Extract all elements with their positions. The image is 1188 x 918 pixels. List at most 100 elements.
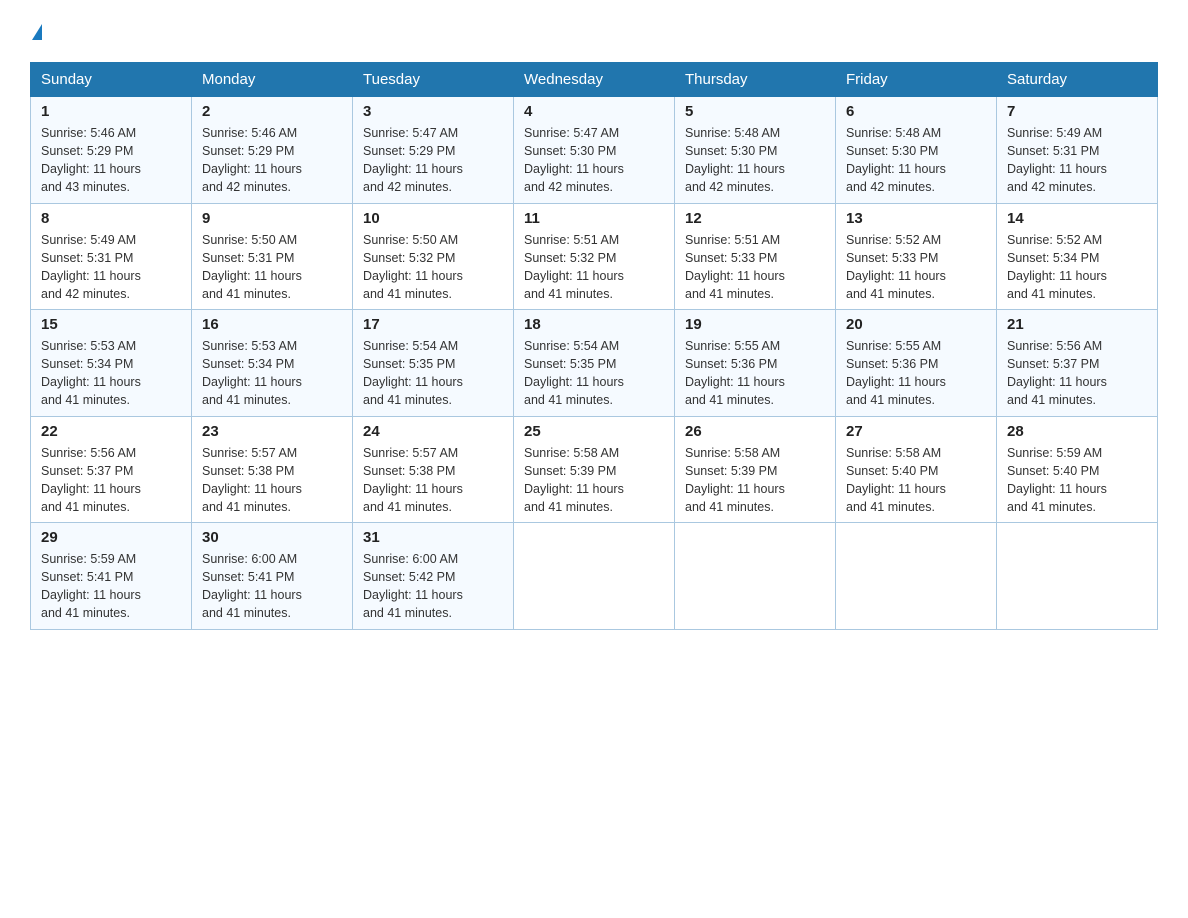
day-number: 28: [1007, 423, 1147, 440]
calendar-cell: 25 Sunrise: 5:58 AM Sunset: 5:39 PM Dayli…: [514, 416, 675, 523]
calendar-cell: 17 Sunrise: 5:54 AM Sunset: 5:35 PM Dayli…: [353, 310, 514, 417]
day-number: 30: [202, 529, 342, 546]
day-number: 26: [685, 423, 825, 440]
day-sun-info: Sunrise: 5:55 AM Sunset: 5:36 PM Dayligh…: [685, 337, 825, 410]
calendar-week-row: 15Sunrise: 5:53 AM Sunset: 5:34 PM Dayli…: [31, 310, 1158, 417]
day-number: 20: [846, 316, 986, 333]
day-sun-info: Sunrise: 5:47 AM Sunset: 5:30 PM Dayligh…: [524, 124, 664, 197]
calendar-week-row: 1 Sunrise: 5:46 AM Sunset: 5:29 PM Daylig…: [31, 97, 1158, 204]
calendar-cell: 19 Sunrise: 5:55 AM Sunset: 5:36 PM Dayli…: [675, 310, 836, 417]
calendar-cell: 26 Sunrise: 5:58 AM Sunset: 5:39 PM Dayli…: [675, 416, 836, 523]
day-number: 13: [846, 210, 986, 227]
day-number: 21: [1007, 316, 1147, 333]
day-number: 10: [363, 210, 503, 227]
day-number: 18: [524, 316, 664, 333]
day-number: 7: [1007, 103, 1147, 120]
day-sun-info: Sunrise: 5:52 AM Sunset: 5:33 PM Dayligh…: [846, 231, 986, 304]
calendar-cell: 18 Sunrise: 5:54 AM Sunset: 5:35 PM Dayli…: [514, 310, 675, 417]
calendar-table: SundayMondayTuesdayWednesdayThursdayFrid…: [30, 62, 1158, 630]
day-sun-info: Sunrise: 5:57 AM Sunset: 5:38 PM Dayligh…: [363, 444, 503, 517]
calendar-header-row: SundayMondayTuesdayWednesdayThursdayFrid…: [31, 63, 1158, 97]
day-number: 23: [202, 423, 342, 440]
day-number: 27: [846, 423, 986, 440]
day-number: 4: [524, 103, 664, 120]
day-number: 6: [846, 103, 986, 120]
calendar-cell: 16Sunrise: 5:53 AM Sunset: 5:34 PM Dayli…: [192, 310, 353, 417]
day-number: 14: [1007, 210, 1147, 227]
page-header: [30, 20, 1158, 44]
day-sun-info: Sunrise: 5:59 AM Sunset: 5:41 PM Dayligh…: [41, 550, 181, 623]
calendar-cell: 14 Sunrise: 5:52 AM Sunset: 5:34 PM Dayli…: [997, 203, 1158, 310]
calendar-cell: 28Sunrise: 5:59 AM Sunset: 5:40 PM Dayli…: [997, 416, 1158, 523]
day-number: 11: [524, 210, 664, 227]
header-saturday: Saturday: [997, 63, 1158, 97]
logo: [30, 28, 42, 44]
calendar-cell: 22 Sunrise: 5:56 AM Sunset: 5:37 PM Dayli…: [31, 416, 192, 523]
calendar-cell: 9Sunrise: 5:50 AM Sunset: 5:31 PM Daylig…: [192, 203, 353, 310]
day-sun-info: Sunrise: 5:53 AM Sunset: 5:34 PM Dayligh…: [41, 337, 181, 410]
header-monday: Monday: [192, 63, 353, 97]
day-sun-info: Sunrise: 5:55 AM Sunset: 5:36 PM Dayligh…: [846, 337, 986, 410]
header-tuesday: Tuesday: [353, 63, 514, 97]
day-number: 31: [363, 529, 503, 546]
day-sun-info: Sunrise: 5:56 AM Sunset: 5:37 PM Dayligh…: [41, 444, 181, 517]
calendar-cell: [675, 523, 836, 630]
calendar-week-row: 8 Sunrise: 5:49 AM Sunset: 5:31 PM Daylig…: [31, 203, 1158, 310]
calendar-cell: 3 Sunrise: 5:47 AM Sunset: 5:29 PM Daylig…: [353, 97, 514, 204]
day-number: 22: [41, 423, 181, 440]
calendar-cell: [997, 523, 1158, 630]
day-number: 29: [41, 529, 181, 546]
day-sun-info: Sunrise: 5:58 AM Sunset: 5:39 PM Dayligh…: [685, 444, 825, 517]
logo-triangle-icon: [32, 24, 42, 40]
calendar-cell: 24 Sunrise: 5:57 AM Sunset: 5:38 PM Dayli…: [353, 416, 514, 523]
calendar-cell: 8 Sunrise: 5:49 AM Sunset: 5:31 PM Daylig…: [31, 203, 192, 310]
calendar-cell: 2Sunrise: 5:46 AM Sunset: 5:29 PM Daylig…: [192, 97, 353, 204]
day-sun-info: Sunrise: 5:54 AM Sunset: 5:35 PM Dayligh…: [363, 337, 503, 410]
calendar-cell: 23 Sunrise: 5:57 AM Sunset: 5:38 PM Dayli…: [192, 416, 353, 523]
calendar-cell: 20 Sunrise: 5:55 AM Sunset: 5:36 PM Dayli…: [836, 310, 997, 417]
header-sunday: Sunday: [31, 63, 192, 97]
calendar-cell: 6 Sunrise: 5:48 AM Sunset: 5:30 PM Daylig…: [836, 97, 997, 204]
header-thursday: Thursday: [675, 63, 836, 97]
day-sun-info: Sunrise: 5:46 AM Sunset: 5:29 PM Dayligh…: [202, 124, 342, 197]
calendar-cell: 30 Sunrise: 6:00 AM Sunset: 5:41 PM Dayli…: [192, 523, 353, 630]
day-sun-info: Sunrise: 5:57 AM Sunset: 5:38 PM Dayligh…: [202, 444, 342, 517]
day-sun-info: Sunrise: 5:58 AM Sunset: 5:39 PM Dayligh…: [524, 444, 664, 517]
day-number: 25: [524, 423, 664, 440]
day-number: 5: [685, 103, 825, 120]
day-sun-info: Sunrise: 5:54 AM Sunset: 5:35 PM Dayligh…: [524, 337, 664, 410]
day-sun-info: Sunrise: 5:48 AM Sunset: 5:30 PM Dayligh…: [846, 124, 986, 197]
day-sun-info: Sunrise: 5:52 AM Sunset: 5:34 PM Dayligh…: [1007, 231, 1147, 304]
day-sun-info: Sunrise: 5:56 AM Sunset: 5:37 PM Dayligh…: [1007, 337, 1147, 410]
day-number: 19: [685, 316, 825, 333]
day-sun-info: Sunrise: 5:47 AM Sunset: 5:29 PM Dayligh…: [363, 124, 503, 197]
header-friday: Friday: [836, 63, 997, 97]
day-number: 17: [363, 316, 503, 333]
day-number: 24: [363, 423, 503, 440]
day-number: 3: [363, 103, 503, 120]
calendar-cell: 29 Sunrise: 5:59 AM Sunset: 5:41 PM Dayli…: [31, 523, 192, 630]
day-number: 12: [685, 210, 825, 227]
day-sun-info: Sunrise: 5:58 AM Sunset: 5:40 PM Dayligh…: [846, 444, 986, 517]
calendar-cell: 15Sunrise: 5:53 AM Sunset: 5:34 PM Dayli…: [31, 310, 192, 417]
day-sun-info: Sunrise: 5:49 AM Sunset: 5:31 PM Dayligh…: [41, 231, 181, 304]
day-sun-info: Sunrise: 5:49 AM Sunset: 5:31 PM Dayligh…: [1007, 124, 1147, 197]
calendar-cell: 11Sunrise: 5:51 AM Sunset: 5:32 PM Dayli…: [514, 203, 675, 310]
day-sun-info: Sunrise: 5:50 AM Sunset: 5:32 PM Dayligh…: [363, 231, 503, 304]
day-number: 9: [202, 210, 342, 227]
day-sun-info: Sunrise: 5:48 AM Sunset: 5:30 PM Dayligh…: [685, 124, 825, 197]
day-number: 16: [202, 316, 342, 333]
day-sun-info: Sunrise: 6:00 AM Sunset: 5:41 PM Dayligh…: [202, 550, 342, 623]
day-sun-info: Sunrise: 5:46 AM Sunset: 5:29 PM Dayligh…: [41, 124, 181, 197]
calendar-cell: 27 Sunrise: 5:58 AM Sunset: 5:40 PM Dayli…: [836, 416, 997, 523]
day-number: 1: [41, 103, 181, 120]
day-sun-info: Sunrise: 5:51 AM Sunset: 5:33 PM Dayligh…: [685, 231, 825, 304]
calendar-cell: 13 Sunrise: 5:52 AM Sunset: 5:33 PM Dayli…: [836, 203, 997, 310]
calendar-cell: 1 Sunrise: 5:46 AM Sunset: 5:29 PM Daylig…: [31, 97, 192, 204]
day-sun-info: Sunrise: 6:00 AM Sunset: 5:42 PM Dayligh…: [363, 550, 503, 623]
calendar-cell: [514, 523, 675, 630]
calendar-cell: 7 Sunrise: 5:49 AM Sunset: 5:31 PM Daylig…: [997, 97, 1158, 204]
day-number: 8: [41, 210, 181, 227]
calendar-week-row: 22 Sunrise: 5:56 AM Sunset: 5:37 PM Dayli…: [31, 416, 1158, 523]
calendar-cell: 31 Sunrise: 6:00 AM Sunset: 5:42 PM Dayli…: [353, 523, 514, 630]
